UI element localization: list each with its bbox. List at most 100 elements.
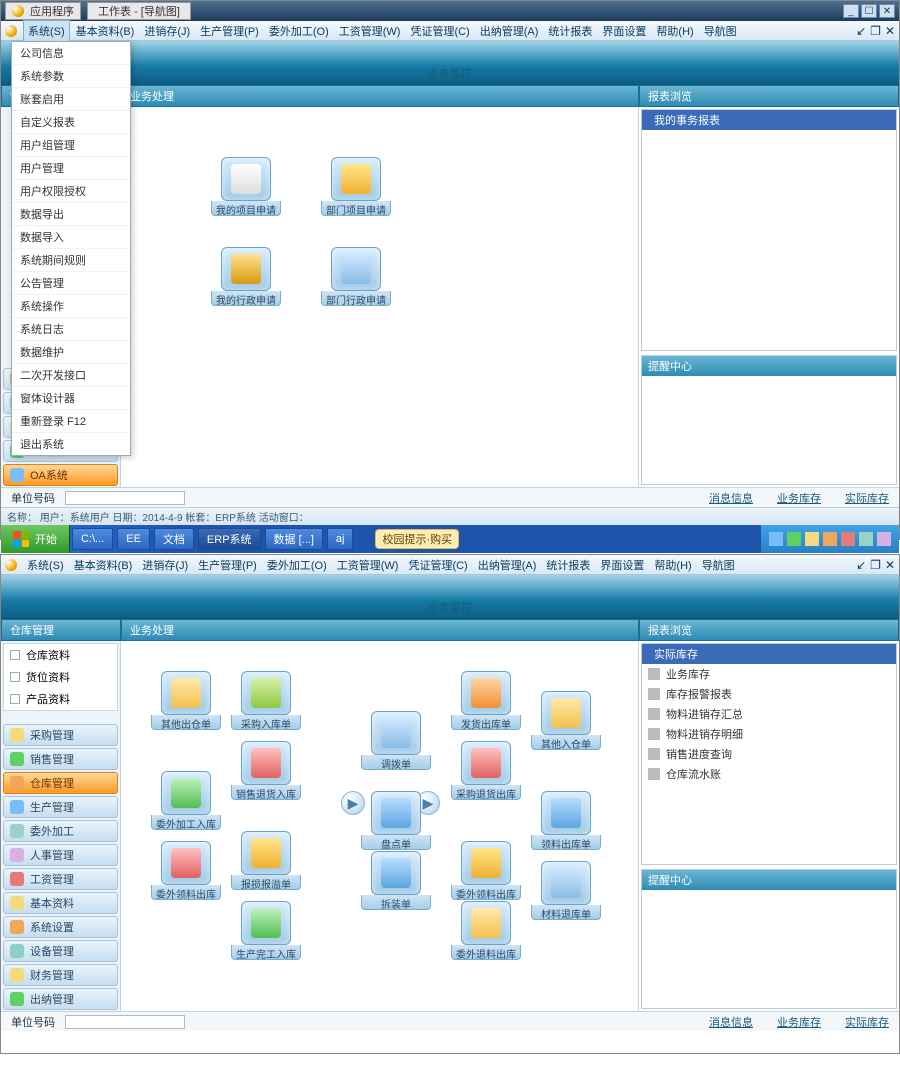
flow-tile[interactable]: 委外领料出库 xyxy=(451,841,521,900)
window-maximize-button[interactable]: ☐ xyxy=(861,4,877,18)
order-no-input[interactable] xyxy=(65,491,185,505)
flow-tile[interactable]: 材料退库单 xyxy=(531,861,601,920)
start-button[interactable]: 开始 xyxy=(1,525,70,553)
flow-tile[interactable]: 委外退料出库 xyxy=(451,901,521,960)
menu-ui[interactable]: 界面设置 xyxy=(596,555,648,575)
flow-tile[interactable]: 委外领料出库 xyxy=(151,841,221,900)
nav-tile-my-project-apply[interactable]: 我的项目申请 xyxy=(211,157,281,216)
mdi-close-button[interactable]: ✕ xyxy=(885,24,895,38)
link-real-stock[interactable]: 实际库存 xyxy=(845,1014,889,1030)
menu-salary[interactable]: 工资管理(W) xyxy=(333,555,403,575)
dropdown-item[interactable]: 自定义报表 xyxy=(12,111,130,134)
flow-tile[interactable]: 盘点单 xyxy=(361,791,431,850)
taskbar-item[interactable]: C:\... xyxy=(72,528,113,550)
sidebar-item[interactable]: 出纳管理 xyxy=(3,988,118,1010)
tray-icon[interactable] xyxy=(841,532,855,546)
menu-production[interactable]: 生产管理(P) xyxy=(196,21,263,41)
menu-basic[interactable]: 基本资料(B) xyxy=(72,21,139,41)
nav-tile-my-admin-apply[interactable]: 我的行政申请 xyxy=(211,247,281,306)
menu-system[interactable]: 系统(S) xyxy=(23,555,68,575)
sidebar-item[interactable]: 工资管理 xyxy=(3,868,118,890)
taskbar-item[interactable]: aj xyxy=(327,528,354,550)
flow-tile[interactable]: 委外加工入库 xyxy=(151,771,221,830)
sidebar-item[interactable]: 系统设置 xyxy=(3,916,118,938)
menu-nav[interactable]: 导航图 xyxy=(698,555,739,575)
sidebar-item[interactable]: 基本资料 xyxy=(3,892,118,914)
report-item[interactable]: 仓库流水账 xyxy=(642,764,896,784)
taskbar-notification-bubble[interactable]: 校园提示·购买 xyxy=(375,529,459,549)
link-business-stock[interactable]: 业务库存 xyxy=(777,1014,821,1030)
nav-tile-dept-project-apply[interactable]: 部门项目申请 xyxy=(321,157,391,216)
sidebar-item[interactable]: 采购管理 xyxy=(3,724,118,746)
menu-system[interactable]: 系统(S) xyxy=(23,20,70,42)
dropdown-item[interactable]: 数据导出 xyxy=(12,203,130,226)
list-item[interactable]: 产品资料 xyxy=(4,688,117,710)
menu-nav[interactable]: 导航图 xyxy=(700,21,741,41)
menu-jinxiaocun[interactable]: 进销存(J) xyxy=(140,21,194,41)
sidebar-item[interactable]: OA系统 xyxy=(3,464,118,486)
window-minimize-button[interactable]: _ xyxy=(843,4,859,18)
dropdown-item[interactable]: 系统期间规则 xyxy=(12,249,130,272)
report-item-selected[interactable]: 实际库存 xyxy=(642,644,896,664)
dropdown-item[interactable]: 窗体设计器 xyxy=(12,387,130,410)
list-item[interactable]: 货位资料 xyxy=(4,666,117,688)
menu-voucher[interactable]: 凭证管理(C) xyxy=(404,555,471,575)
menu-outsource[interactable]: 委外加工(O) xyxy=(263,555,331,575)
mdi-restore-button[interactable]: ❐ xyxy=(870,558,881,572)
flow-tile[interactable]: 报损报溢单 xyxy=(231,831,301,890)
tray-icon[interactable] xyxy=(769,532,783,546)
sidebar-item[interactable]: 委外加工 xyxy=(3,820,118,842)
mdi-close-button[interactable]: ✕ xyxy=(885,558,895,572)
nav-tile-dept-admin-apply[interactable]: 部门行政申请 xyxy=(321,247,391,306)
report-item-selected[interactable]: 我的事务报表 xyxy=(642,110,896,130)
window-close-button[interactable]: ✕ xyxy=(879,4,895,18)
flow-tile[interactable]: 拆装单 xyxy=(361,851,431,910)
dropdown-item[interactable]: 用户管理 xyxy=(12,157,130,180)
dropdown-item[interactable]: 账套启用 xyxy=(12,88,130,111)
sidebar-item[interactable]: 仓库管理 xyxy=(3,772,118,794)
report-item[interactable]: 库存报警报表 xyxy=(642,684,896,704)
dropdown-item[interactable]: 公司信息 xyxy=(12,42,130,65)
mdi-minimize-button[interactable]: ↙ xyxy=(856,558,866,572)
flow-tile[interactable]: 生产完工入库 xyxy=(231,901,301,960)
flow-tile[interactable]: 销售退货入库 xyxy=(231,741,301,800)
menu-outsource[interactable]: 委外加工(O) xyxy=(265,21,333,41)
link-business-stock[interactable]: 业务库存 xyxy=(777,490,821,506)
dropdown-item[interactable]: 用户权限授权 xyxy=(12,180,130,203)
report-item[interactable]: 销售进度查询 xyxy=(642,744,896,764)
sidebar-item[interactable]: 人事管理 xyxy=(3,844,118,866)
tray-icon[interactable] xyxy=(823,532,837,546)
flow-tile[interactable]: 采购入库单 xyxy=(231,671,301,730)
flow-tile[interactable]: 其他入仓单 xyxy=(531,691,601,750)
link-message-info[interactable]: 消息信息 xyxy=(709,1014,753,1030)
dropdown-item[interactable]: 退出系统 xyxy=(12,433,130,455)
tray-icon[interactable] xyxy=(805,532,819,546)
link-message-info[interactable]: 消息信息 xyxy=(709,490,753,506)
taskbar-item[interactable]: 文档 xyxy=(154,528,194,550)
sidebar-item[interactable]: 生产管理 xyxy=(3,796,118,818)
menu-cashier[interactable]: 出纳管理(A) xyxy=(474,555,541,575)
flow-tile[interactable]: 领料出库单 xyxy=(531,791,601,850)
dropdown-item[interactable]: 用户组管理 xyxy=(12,134,130,157)
mdi-restore-button[interactable]: ❐ xyxy=(870,24,881,38)
taskbar-item[interactable]: EE xyxy=(117,528,150,550)
sidebar-item[interactable]: 销售管理 xyxy=(3,748,118,770)
report-item[interactable]: 物料进销存明细 xyxy=(642,724,896,744)
tray-icon[interactable] xyxy=(877,532,891,546)
mdi-minimize-button[interactable]: ↙ xyxy=(856,24,866,38)
dropdown-item[interactable]: 系统日志 xyxy=(12,318,130,341)
tray-icon[interactable] xyxy=(859,532,873,546)
menu-stats[interactable]: 统计报表 xyxy=(542,555,594,575)
dropdown-item[interactable]: 数据导入 xyxy=(12,226,130,249)
taskbar-item[interactable]: 数据 [...] xyxy=(265,528,323,550)
sidebar-item[interactable]: 设备管理 xyxy=(3,940,118,962)
menu-voucher[interactable]: 凭证管理(C) xyxy=(406,21,473,41)
dropdown-item[interactable]: 公告管理 xyxy=(12,272,130,295)
flow-tile[interactable]: 发货出库单 xyxy=(451,671,521,730)
report-item[interactable]: 业务库存 xyxy=(642,664,896,684)
menu-help[interactable]: 帮助(H) xyxy=(652,21,697,41)
taskbar-item-active[interactable]: ERP系统 xyxy=(198,528,261,550)
menu-jinxiaocun[interactable]: 进销存(J) xyxy=(138,555,192,575)
menu-stats[interactable]: 统计报表 xyxy=(544,21,596,41)
flow-tile[interactable]: 调拨单 xyxy=(361,711,431,770)
